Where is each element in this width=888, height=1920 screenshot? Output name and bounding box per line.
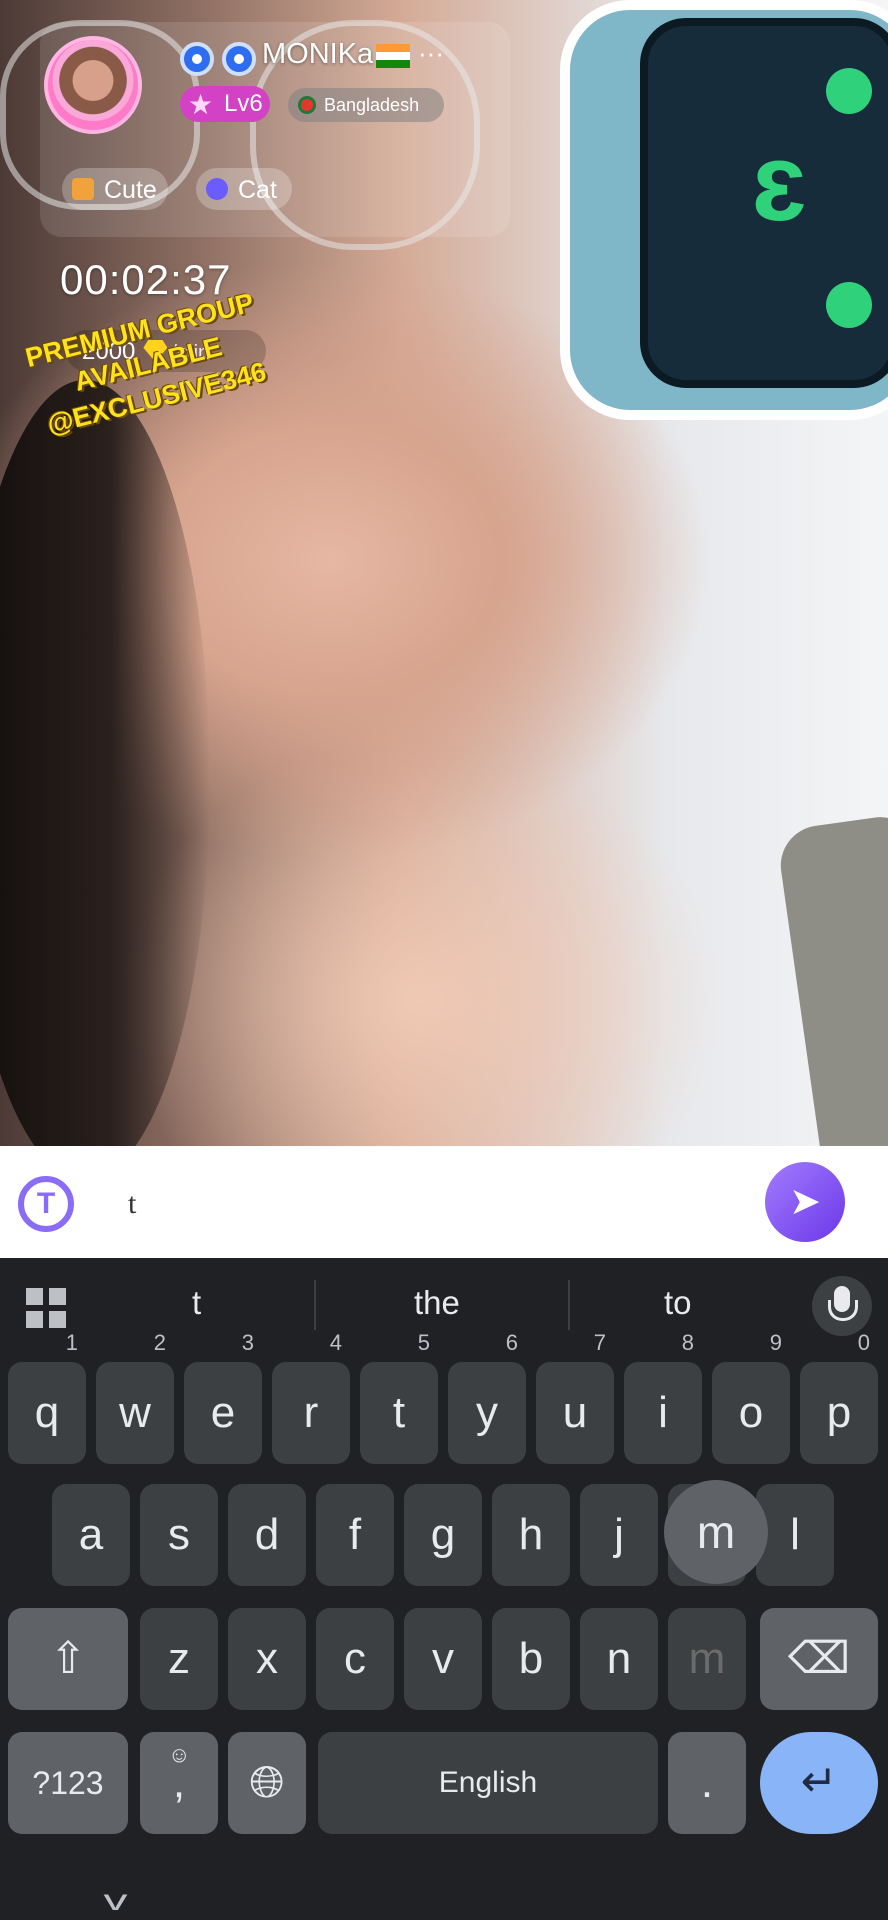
level-label: Lv6	[224, 90, 263, 117]
tag-cat: Cat	[196, 168, 292, 210]
tag-icon	[72, 178, 94, 200]
suggestion-2[interactable]: the	[414, 1284, 460, 1322]
badge-icon	[180, 42, 214, 76]
apps-grid-icon[interactable]	[26, 1288, 66, 1328]
key[interactable]: s	[140, 1484, 218, 1586]
send-button[interactable]: ➤	[765, 1162, 845, 1242]
sticker-eye-icon	[826, 68, 872, 114]
key[interactable]: m	[668, 1608, 746, 1710]
suggestion-1[interactable]: t	[192, 1284, 201, 1322]
key[interactable]: 8i	[624, 1332, 702, 1464]
star-icon: ★	[188, 89, 214, 120]
key[interactable]: 6y	[448, 1332, 526, 1464]
tag-cute: Cute	[62, 168, 168, 210]
hide-keyboard-icon[interactable]: v	[104, 1884, 128, 1918]
key[interactable]: 3e	[184, 1332, 262, 1464]
backspace-icon: ⌫	[787, 1634, 851, 1683]
key[interactable]: d	[228, 1484, 306, 1586]
suggestion-3[interactable]: to	[664, 1284, 692, 1322]
key[interactable]: n	[580, 1608, 658, 1710]
key[interactable]: 4r	[272, 1332, 350, 1464]
country-label: Bangladesh	[324, 95, 420, 115]
enter-key[interactable]: ↵	[760, 1732, 878, 1834]
key[interactable]: v	[404, 1608, 482, 1710]
key[interactable]: a	[52, 1484, 130, 1586]
enter-icon: ↵	[800, 1757, 838, 1806]
tag-label: Cute	[104, 176, 157, 204]
key[interactable]: x	[228, 1608, 306, 1710]
key[interactable]: 2w	[96, 1332, 174, 1464]
bangladesh-flag-icon	[298, 96, 316, 114]
avatar[interactable]	[44, 36, 142, 134]
pressed-key-popup: m	[664, 1480, 768, 1584]
key[interactable]: c	[316, 1608, 394, 1710]
backspace-key[interactable]: ⌫	[760, 1608, 878, 1710]
country-badge: Bangladesh	[288, 88, 444, 122]
key[interactable]: z	[140, 1608, 218, 1710]
streamer-name: MONIKa	[262, 38, 374, 70]
key[interactable]: 7u	[536, 1332, 614, 1464]
emoji-comma-key[interactable]: ☺ ,	[140, 1732, 218, 1834]
key[interactable]: g	[404, 1484, 482, 1586]
key[interactable]: 5t	[360, 1332, 438, 1464]
message-input[interactable]	[128, 1176, 728, 1232]
key[interactable]: 1q	[8, 1332, 86, 1464]
key[interactable]: f	[316, 1484, 394, 1586]
key[interactable]: 0p	[800, 1332, 878, 1464]
tag-icon	[206, 178, 228, 200]
sticker-eye-icon	[826, 282, 872, 328]
symbols-key[interactable]: ?123	[8, 1732, 128, 1834]
language-key[interactable]: 🌐︎	[228, 1732, 306, 1834]
globe-icon: 🌐︎	[249, 1758, 285, 1807]
india-flag-icon	[376, 44, 410, 68]
emoji-icon: ☺	[168, 1742, 191, 1767]
key[interactable]: h	[492, 1484, 570, 1586]
sticker-mouth-icon: ɛ	[752, 121, 807, 244]
key[interactable]: j	[580, 1484, 658, 1586]
key[interactable]: b	[492, 1608, 570, 1710]
period-key[interactable]: .	[668, 1732, 746, 1834]
translate-icon[interactable]: T	[18, 1176, 74, 1232]
microphone-icon[interactable]	[812, 1276, 872, 1336]
level-badge: ★ Lv6	[180, 86, 270, 122]
space-key[interactable]: English	[318, 1732, 658, 1834]
badge-icon	[222, 42, 256, 76]
send-icon: ➤	[789, 1181, 821, 1223]
key[interactable]: 9o	[712, 1332, 790, 1464]
tag-label: Cat	[238, 176, 277, 204]
shift-key[interactable]: ⇧	[8, 1608, 128, 1710]
shift-icon: ⇧	[49, 1634, 87, 1683]
more-label: ···	[418, 38, 444, 68]
